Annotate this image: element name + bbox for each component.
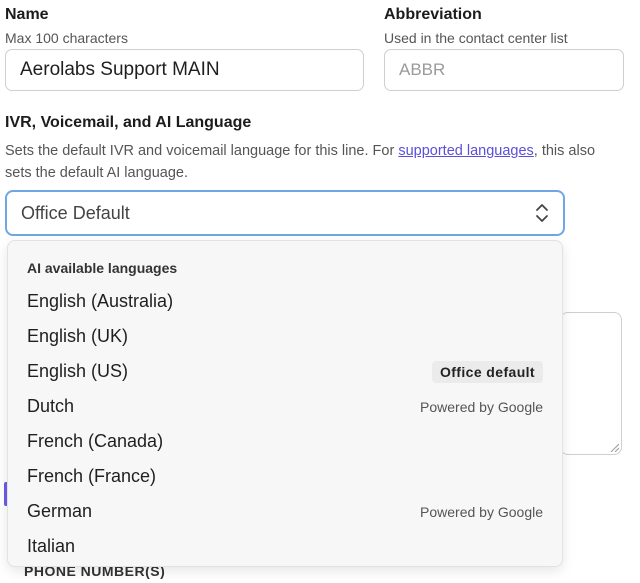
- name-label: Name: [5, 6, 49, 23]
- language-option-english-us[interactable]: English (US) Office default: [8, 354, 562, 389]
- option-label: French (France): [27, 466, 157, 486]
- language-select[interactable]: Office Default: [5, 190, 565, 236]
- option-label: German: [27, 501, 93, 521]
- powered-by-google-note: Powered by Google: [420, 503, 543, 520]
- option-label: English (Australia): [27, 291, 174, 311]
- name-input-value: Aerolabs Support MAIN: [20, 59, 220, 80]
- language-option-french-canada[interactable]: French (Canada): [8, 424, 562, 459]
- option-label: English (UK): [27, 326, 129, 346]
- language-option-english-uk[interactable]: English (UK): [8, 319, 562, 354]
- language-option-french-france[interactable]: French (France): [8, 459, 562, 494]
- supported-languages-link[interactable]: supported languages: [398, 143, 533, 159]
- option-label: Dutch: [27, 396, 75, 416]
- background-textarea[interactable]: [560, 312, 622, 455]
- language-option-italian[interactable]: Italian: [8, 529, 562, 564]
- name-input[interactable]: Aerolabs Support MAIN: [5, 49, 364, 91]
- option-label: English (US): [27, 361, 129, 381]
- language-description: Sets the default IVR and voicemail langu…: [5, 140, 615, 184]
- dropdown-group-header: AI available languages: [27, 260, 178, 276]
- office-default-badge: Office default: [431, 360, 543, 383]
- abbreviation-input[interactable]: ABBR: [384, 49, 624, 91]
- abbreviation-label: Abbreviation: [384, 6, 482, 23]
- resize-handle-icon: [610, 443, 619, 452]
- name-help-text: Max 100 characters: [5, 30, 128, 46]
- option-label: Italian: [27, 536, 76, 556]
- language-desc-before: Sets the default IVR and voicemail langu…: [5, 143, 399, 159]
- language-select-value: Office Default: [21, 202, 130, 223]
- language-option-dutch[interactable]: Dutch Powered by Google: [8, 389, 562, 424]
- chevron-up-down-icon: [535, 202, 549, 224]
- powered-by-google-note: Powered by Google: [420, 398, 543, 415]
- language-option-german[interactable]: German Powered by Google: [8, 494, 562, 529]
- option-label: French (Canada): [27, 431, 164, 451]
- language-label: IVR, Voicemail, and AI Language: [5, 114, 252, 131]
- language-dropdown-menu: AI available languages English (Australi…: [7, 240, 563, 567]
- language-option-english-australia[interactable]: English (Australia): [8, 284, 562, 319]
- abbreviation-help-text: Used in the contact center list: [384, 30, 568, 46]
- abbreviation-placeholder: ABBR: [399, 60, 446, 79]
